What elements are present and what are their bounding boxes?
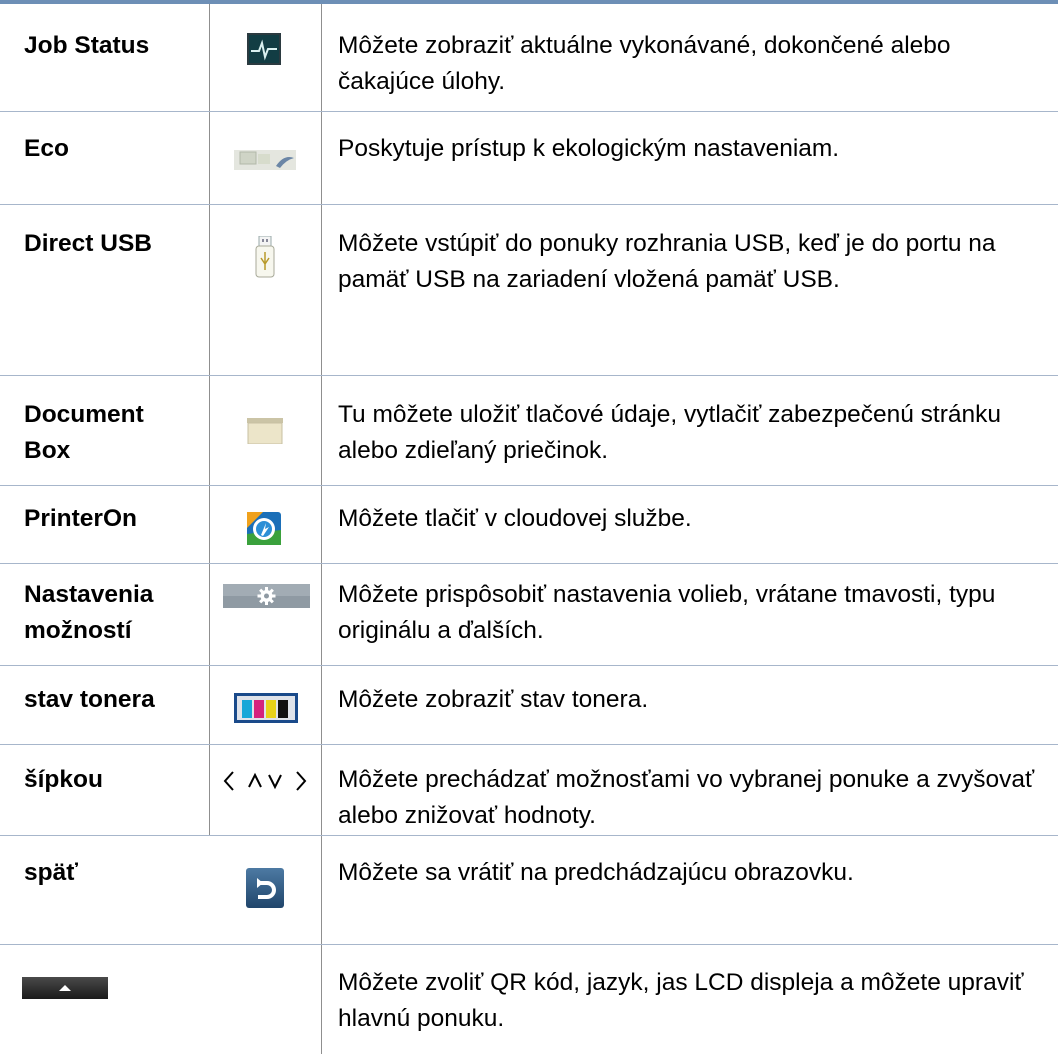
description-expand-menu: Môžete zvoliť QR kód, jazyk, jas LCD dis… <box>338 969 1024 1032</box>
row-separator <box>0 204 1058 205</box>
label-stav-tonera: stav tonera <box>24 686 155 713</box>
row-separator <box>0 375 1058 376</box>
description-printeron: Môžete tlačiť v cloudovej službe. <box>338 505 692 532</box>
row-separator <box>0 835 1058 836</box>
document-box-icon <box>247 418 283 445</box>
description-stav-tonera: Môžete zobraziť stav tonera. <box>338 686 649 713</box>
back-icon <box>246 868 284 908</box>
description-sipkou: Môžete prechádzať možnosťami vo vybranej… <box>338 766 1035 829</box>
label-sipkou: šípkou <box>24 766 103 793</box>
row-separator <box>0 111 1058 112</box>
label-direct-usb: Direct USB <box>24 230 152 257</box>
row-separator <box>0 563 1058 564</box>
arrow-keys-icon <box>215 763 315 799</box>
description-document-box: Tu môžete uložiť tlačové údaje, vytlačiť… <box>338 401 1001 464</box>
row-separator <box>0 485 1058 486</box>
label-job-status: Job Status <box>24 32 150 59</box>
label-nastavenia-line2: možností <box>24 617 132 644</box>
printeron-icon <box>247 512 281 545</box>
row-separator <box>0 665 1058 666</box>
toner-status-icon <box>234 693 298 723</box>
eco-icon <box>234 146 296 172</box>
label-spat: späť <box>24 859 78 886</box>
row-separator <box>0 744 1058 745</box>
column-divider-2 <box>321 4 322 1054</box>
column-divider-1 <box>209 4 210 835</box>
label-eco: Eco <box>24 135 69 162</box>
description-eco: Poskytuje prístup k ekologickým nastaven… <box>338 135 840 162</box>
row-separator <box>0 944 1058 945</box>
description-spat: Môžete sa vrátiť na predchádzajúcu obraz… <box>338 859 854 886</box>
label-document-box-line1: Document <box>24 401 144 428</box>
description-direct-usb: Môžete vstúpiť do ponuky rozhrania USB, … <box>338 230 996 293</box>
expand-menu-icon <box>22 977 108 999</box>
usb-drive-icon <box>255 235 275 278</box>
table-top-rule <box>0 0 1058 4</box>
label-nastavenia-line1: Nastavenia <box>24 581 154 608</box>
label-printeron: PrinterOn <box>24 505 137 532</box>
description-nastavenia: Môžete prispôsobiť nastavenia volieb, vr… <box>338 581 996 644</box>
gear-settings-icon <box>223 584 310 608</box>
job-status-icon <box>247 33 281 65</box>
description-job-status: Môžete zobraziť aktuálne vykonávané, dok… <box>338 32 951 95</box>
label-document-box-line2: Box <box>24 437 71 464</box>
